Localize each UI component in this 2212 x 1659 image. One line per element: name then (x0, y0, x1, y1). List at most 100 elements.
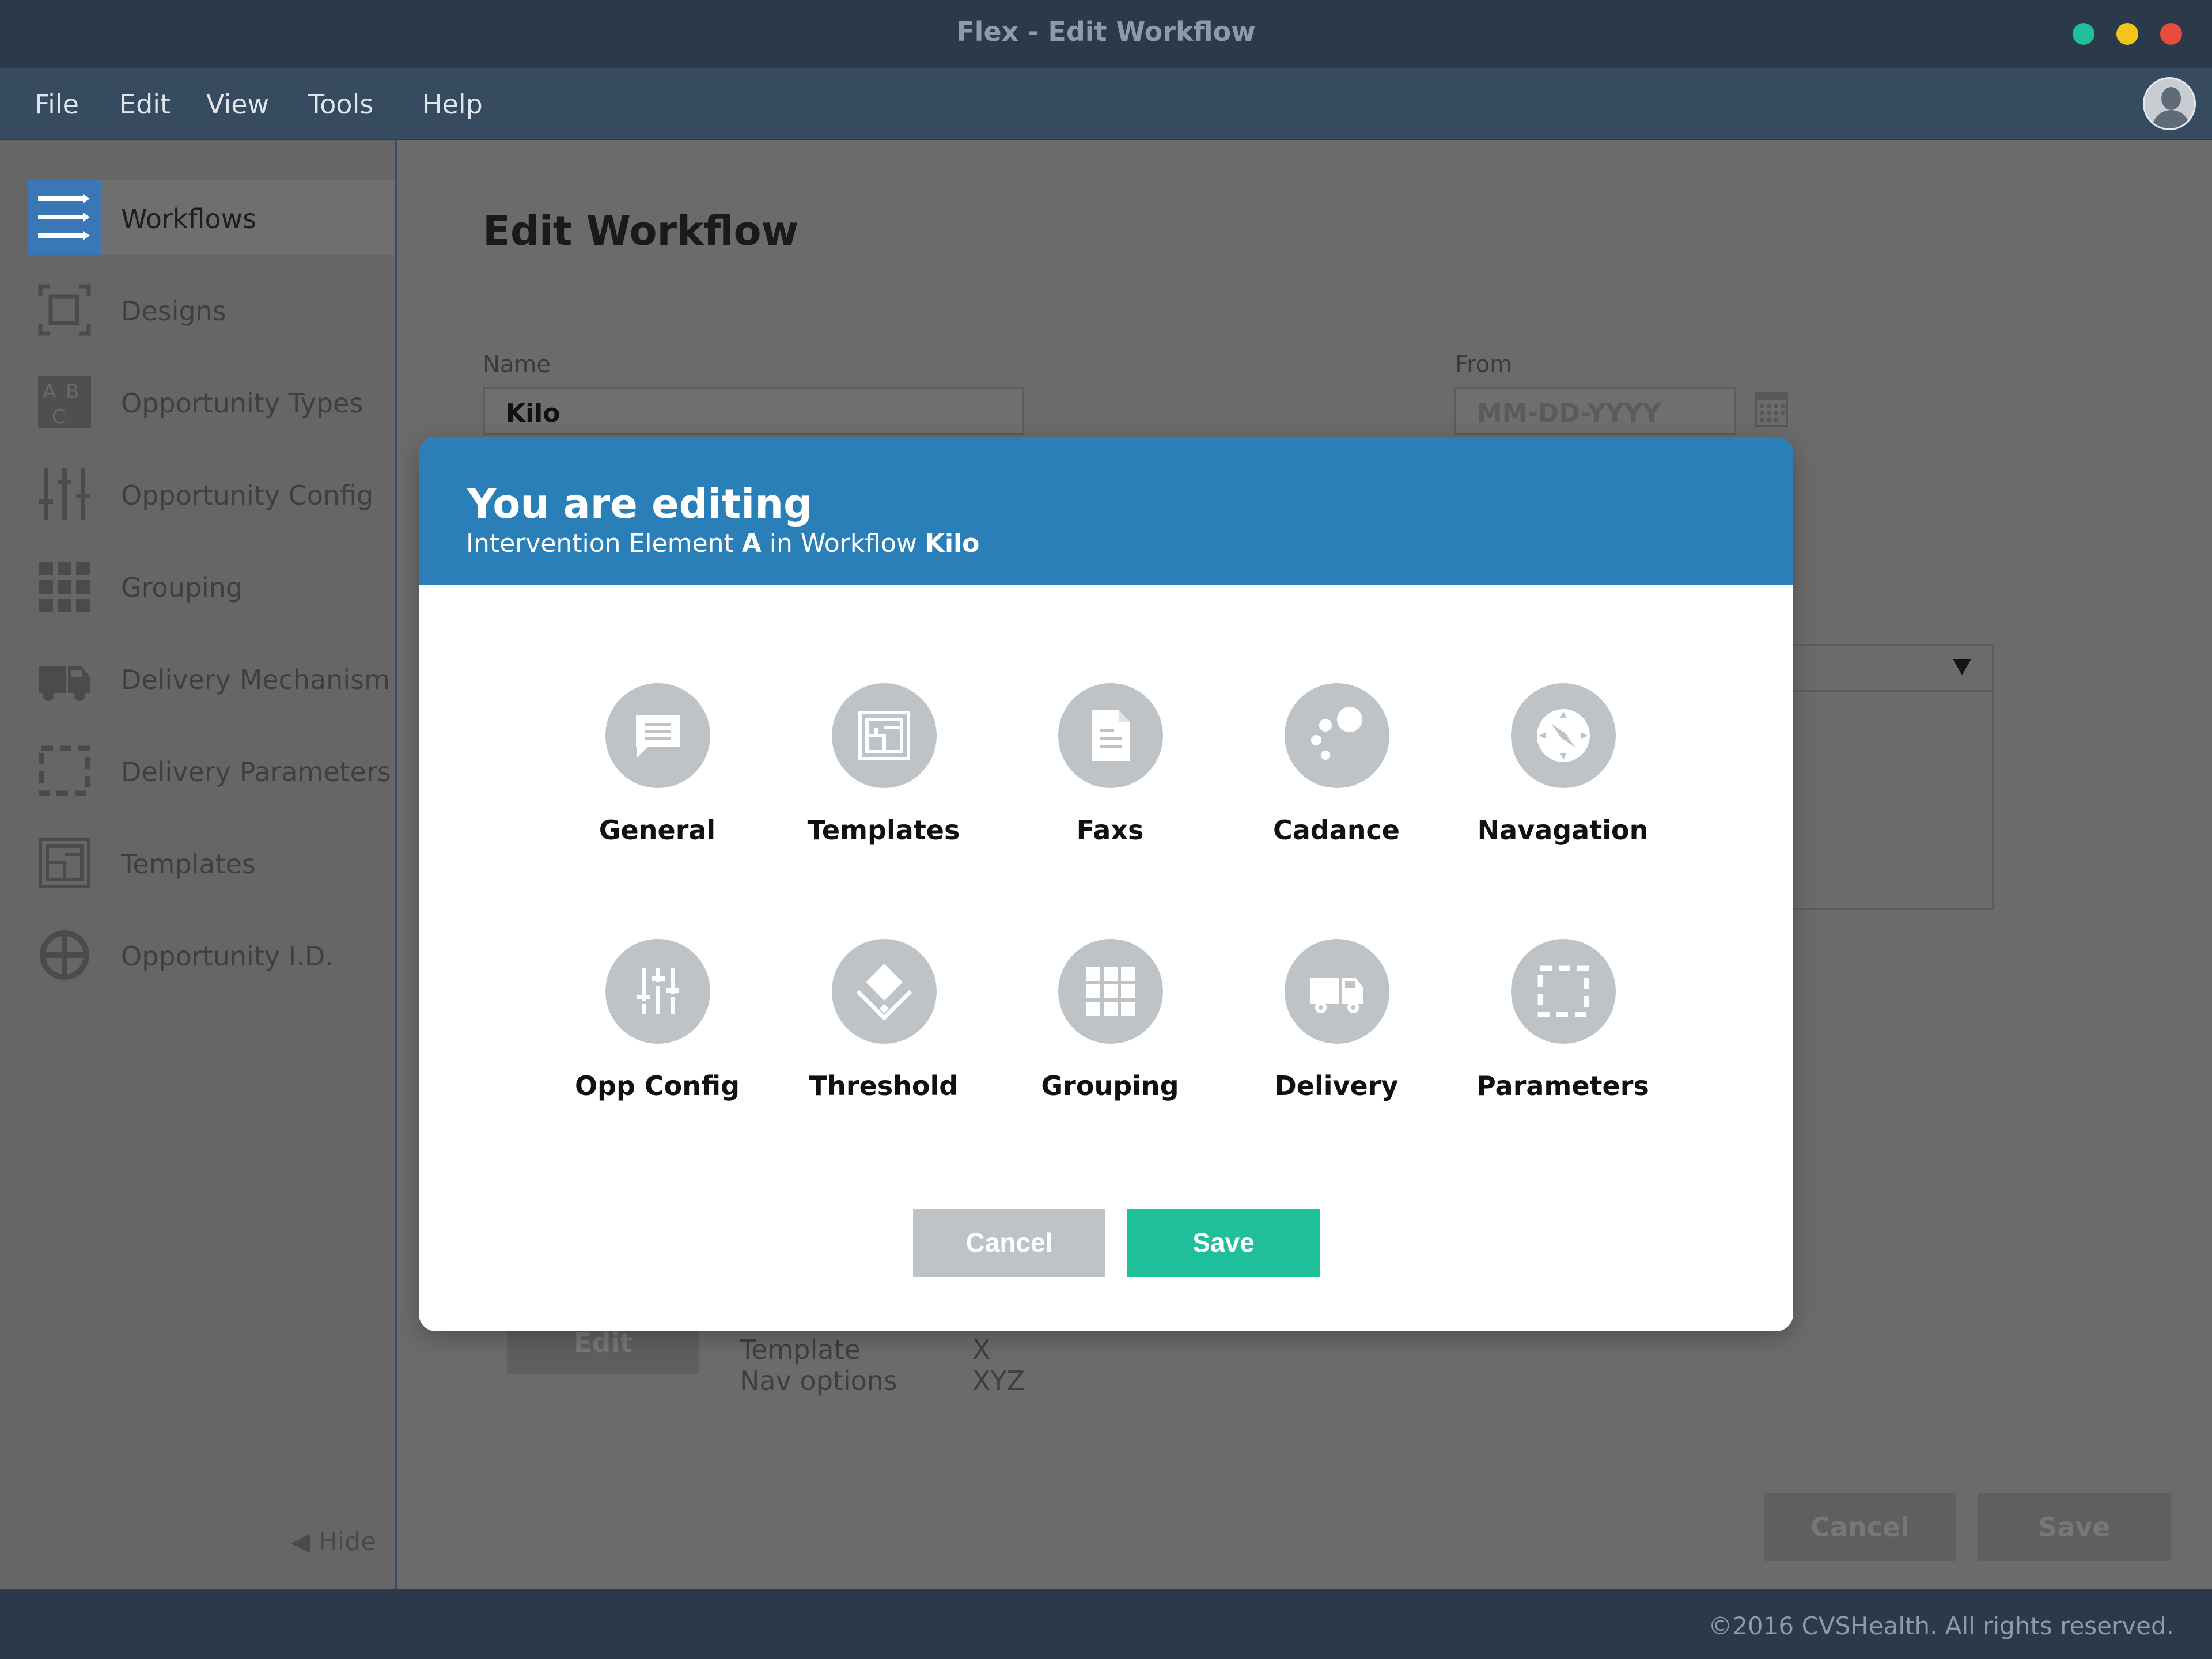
abc-icon: ABC (28, 365, 101, 440)
option-cadance[interactable]: Cadance (1224, 683, 1449, 873)
modal-header: You are editing Intervention Element A i… (419, 437, 1793, 585)
page-cancel-button[interactable]: Cancel (1764, 1493, 1956, 1561)
option-label: General (599, 815, 716, 846)
sidebar-item-workflows[interactable]: Workflows (28, 180, 395, 255)
compass-icon (1511, 683, 1616, 788)
menu-bar: File Edit View Tools Help (0, 68, 2212, 140)
sidebar-item-templates[interactable]: Templates (28, 825, 396, 900)
background-list-box (1786, 690, 1994, 910)
dashed-square-icon (28, 733, 101, 808)
speech-bubble-icon (605, 683, 710, 788)
sidebar-item-label: Workflows (121, 203, 257, 234)
option-label: Cadance (1273, 815, 1400, 846)
detail-value-template: X (972, 1334, 991, 1365)
option-templates[interactable]: Templates (771, 683, 997, 873)
avatar-shoulders (2152, 110, 2190, 128)
name-field[interactable]: Kilo (483, 387, 1024, 435)
sidebar-item-grouping[interactable]: Grouping (28, 549, 396, 624)
sidebar-item-label: Opportunity Config (121, 480, 374, 511)
sidebar-item-label: Opportunity I.D. (121, 941, 334, 972)
option-general[interactable]: General (544, 683, 770, 873)
bubbles-icon (1285, 683, 1389, 788)
menu-file[interactable]: File (35, 89, 79, 120)
svg-text:B: B (66, 380, 79, 403)
option-delivery[interactable]: Delivery (1224, 939, 1449, 1129)
sliders-icon (28, 457, 101, 532)
grid-icon (1058, 939, 1163, 1044)
subtitle-middle: in Workflow (761, 529, 925, 558)
workflow-name: Kilo (925, 529, 980, 558)
name-label: Name (483, 351, 551, 378)
threshold-icon (832, 939, 937, 1044)
dashed-square-icon (1511, 939, 1616, 1044)
close-window-button[interactable] (2160, 23, 2182, 45)
menu-help[interactable]: Help (422, 89, 483, 120)
templates-icon (832, 683, 937, 788)
sidebar-item-label: Delivery Mechanism (121, 664, 390, 695)
copyright-text: ©2016 CVSHealth. All rights reserved. (1708, 1612, 2174, 1640)
crosshair-icon (28, 918, 101, 993)
modal-cancel-button[interactable]: Cancel (913, 1209, 1105, 1277)
calendar-icon[interactable] (1755, 391, 1788, 427)
footer: ©2016 CVSHealth. All rights reserved. (0, 1589, 2212, 1659)
modal-title: You are editing (467, 480, 813, 528)
option-label: Templates (807, 815, 960, 846)
window-title: Flex - Edit Workflow (956, 16, 1256, 47)
edit-element-modal: You are editing Intervention Element A i… (419, 437, 1793, 1331)
detail-key-nav-options: Nav options (740, 1365, 897, 1396)
sidebar-item-delivery-parameters[interactable]: Delivery Parameters (28, 733, 396, 808)
option-navagation[interactable]: Navagation (1450, 683, 1676, 873)
option-parameters[interactable]: Parameters (1450, 939, 1676, 1129)
sidebar: Workflows Designs ABC Opportunity Types … (0, 140, 397, 1589)
designs-icon (28, 272, 101, 347)
page-save-button[interactable]: Save (1978, 1493, 2171, 1561)
hide-sidebar-link[interactable]: ◀ Hide (291, 1527, 376, 1556)
from-label: From (1455, 351, 1513, 378)
option-label: Opp Config (574, 1070, 740, 1101)
minimize-window-button[interactable] (2116, 23, 2138, 45)
sidebar-item-opportunity-types[interactable]: ABC Opportunity Types (28, 365, 396, 440)
option-opp-config[interactable]: Opp Config (544, 939, 770, 1129)
menu-view[interactable]: View (206, 89, 269, 120)
svg-text:C: C (52, 406, 66, 428)
sidebar-item-designs[interactable]: Designs (28, 272, 396, 347)
sidebar-item-label: Grouping (121, 572, 243, 603)
detail-value-nav-options: XYZ (972, 1365, 1025, 1396)
menu-edit[interactable]: Edit (119, 89, 171, 120)
modal-save-button[interactable]: Save (1127, 1209, 1320, 1277)
grid-icon (28, 549, 101, 624)
dropdown-arrow-icon (1953, 659, 1971, 675)
sidebar-item-label: Delivery Parameters (121, 756, 391, 787)
option-grouping[interactable]: Grouping (997, 939, 1223, 1129)
sidebar-item-opportunity-config[interactable]: Opportunity Config (28, 457, 396, 532)
svg-text:A: A (43, 380, 56, 403)
sidebar-item-delivery-mechanism[interactable]: Delivery Mechanism (28, 641, 396, 716)
detail-key-template: Template (740, 1334, 861, 1365)
maximize-window-button[interactable] (2073, 23, 2094, 45)
subtitle-prefix: Intervention Element (466, 529, 742, 558)
sidebar-item-label: Designs (121, 296, 226, 327)
option-label: Delivery (1274, 1070, 1399, 1101)
user-avatar[interactable] (2143, 77, 2196, 130)
option-threshold[interactable]: Threshold (771, 939, 997, 1129)
templates-icon (28, 825, 101, 900)
sidebar-item-label: Templates (121, 849, 256, 880)
element-name: A (741, 529, 762, 558)
from-date-field[interactable]: MM-DD-YYYY (1454, 387, 1736, 435)
modal-subtitle: Intervention Element A in Workflow Kilo (466, 529, 979, 558)
option-label: Parameters (1476, 1070, 1649, 1101)
title-bar: Flex - Edit Workflow (0, 0, 2212, 68)
background-dropdown[interactable] (1786, 644, 1994, 692)
option-label: Faxs (1076, 815, 1144, 846)
option-faxs[interactable]: Faxs (997, 683, 1223, 873)
avatar-head (2161, 87, 2181, 110)
sidebar-item-opportunity-id[interactable]: Opportunity I.D. (28, 918, 396, 993)
workflows-icon (28, 180, 101, 255)
document-icon (1058, 683, 1163, 788)
page-title: Edit Workflow (483, 207, 799, 255)
truck-icon (1285, 939, 1389, 1044)
option-label: Grouping (1041, 1070, 1179, 1101)
truck-icon (28, 641, 101, 716)
option-label: Threshold (809, 1070, 959, 1101)
menu-tools[interactable]: Tools (308, 89, 373, 120)
